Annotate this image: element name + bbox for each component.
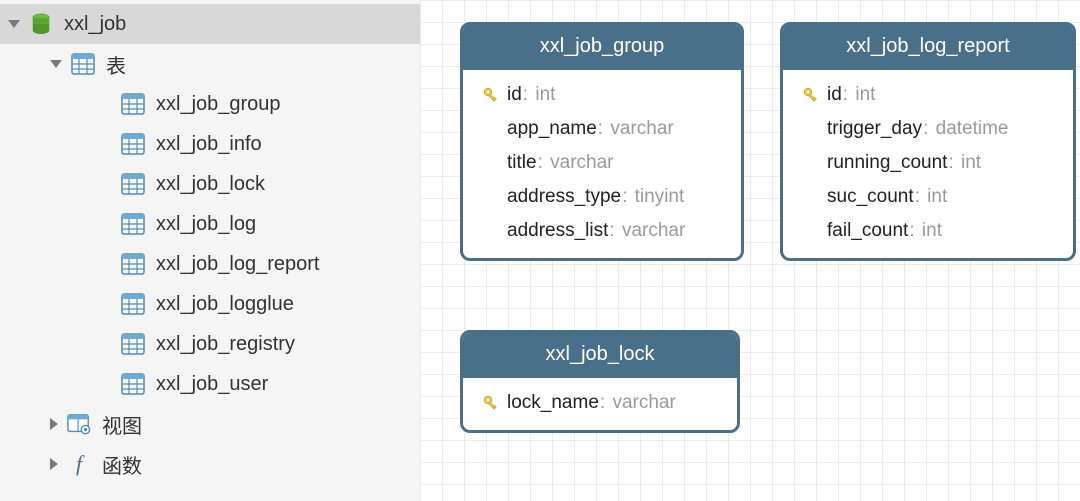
- table-icon: [120, 211, 146, 237]
- column-name: address_list: [507, 220, 608, 242]
- column-row[interactable]: address_type: tinyint: [477, 180, 727, 214]
- tree-node-tables-folder[interactable]: 表: [0, 44, 420, 84]
- tree-node-table[interactable]: xxl_job_user: [0, 364, 420, 404]
- entity-columns: lock_name: varchar: [463, 378, 737, 430]
- tree-node-table[interactable]: xxl_job_registry: [0, 324, 420, 364]
- column-name: id: [827, 84, 842, 106]
- column-name: suc_count: [827, 186, 914, 208]
- column-name: running_count: [827, 152, 947, 174]
- tree-node-label: 表: [106, 50, 126, 79]
- column-type: int: [530, 84, 555, 106]
- column-type: varchar: [605, 118, 674, 140]
- primary-key-icon: [797, 86, 825, 104]
- database-icon: [28, 11, 54, 37]
- tree-node-label: xxl_job_info: [156, 133, 262, 156]
- tree-node-label: 函数: [102, 450, 142, 479]
- tree-node-views-folder[interactable]: 视图: [0, 404, 420, 444]
- table-icon: [120, 251, 146, 277]
- expand-toggle-icon[interactable]: [50, 458, 58, 470]
- tree-node-database[interactable]: xxl_job: [0, 4, 420, 44]
- column-row[interactable]: app_name: varchar: [477, 112, 727, 146]
- tables-list: xxl_job_group xxl_job_info xxl_job_lock …: [0, 84, 420, 404]
- tree-node-table[interactable]: xxl_job_info: [0, 124, 420, 164]
- expand-toggle-icon[interactable]: [50, 418, 58, 430]
- column-name: fail_count: [827, 220, 908, 242]
- column-row[interactable]: address_list: varchar: [477, 214, 727, 248]
- column-name: title: [507, 152, 537, 174]
- column-row[interactable]: running_count: int: [797, 146, 1059, 180]
- entity-title: xxl_job_lock: [463, 333, 737, 378]
- column-row[interactable]: lock_name: varchar: [477, 386, 723, 420]
- tree-node-label: xxl_job_log: [156, 213, 256, 236]
- expand-toggle-icon[interactable]: [8, 20, 20, 28]
- column-name: app_name: [507, 118, 597, 140]
- tree-node-label: xxl_job_log_report: [156, 253, 319, 276]
- erd-canvas[interactable]: xxl_job_group id: int app_name: varchar …: [420, 0, 1080, 501]
- expand-toggle-icon[interactable]: [50, 60, 62, 68]
- tree-node-table[interactable]: xxl_job_lock: [0, 164, 420, 204]
- column-row[interactable]: id: int: [477, 78, 727, 112]
- column-row[interactable]: fail_count: int: [797, 214, 1059, 248]
- primary-key-icon: [477, 86, 505, 104]
- column-type: varchar: [617, 220, 686, 242]
- table-icon: [120, 371, 146, 397]
- column-row[interactable]: suc_count: int: [797, 180, 1059, 214]
- table-icon: [120, 131, 146, 157]
- tree-node-table[interactable]: xxl_job_group: [0, 84, 420, 124]
- column-type: int: [850, 84, 875, 106]
- tree-node-label: xxl_job_user: [156, 373, 268, 396]
- function-icon: f: [66, 451, 92, 477]
- tree-node-label: 视图: [102, 410, 142, 439]
- entity-title: xxl_job_group: [463, 25, 741, 70]
- entity-columns: id: int trigger_day: datetime running_co…: [783, 70, 1073, 258]
- column-type: varchar: [607, 392, 676, 414]
- tree-node-table[interactable]: xxl_job_logglue: [0, 284, 420, 324]
- tree-node-functions-folder[interactable]: f 函数: [0, 444, 420, 484]
- entity-title: xxl_job_log_report: [783, 25, 1073, 70]
- column-type: datetime: [930, 118, 1008, 140]
- column-name: lock_name: [507, 392, 599, 414]
- entity-xxl-job-group[interactable]: xxl_job_group id: int app_name: varchar …: [460, 22, 744, 261]
- views-folder-icon: [66, 411, 92, 437]
- column-name: trigger_day: [827, 118, 922, 140]
- column-row[interactable]: id: int: [797, 78, 1059, 112]
- column-name: id: [507, 84, 522, 106]
- column-type: int: [922, 186, 947, 208]
- column-name: address_type: [507, 186, 621, 208]
- table-icon: [120, 291, 146, 317]
- column-type: int: [956, 152, 981, 174]
- entity-xxl-job-lock[interactable]: xxl_job_lock lock_name: varchar: [460, 330, 740, 433]
- tree-node-label: xxl_job_registry: [156, 333, 295, 356]
- schema-tree: xxl_job 表 xxl_job_group xxl_job_info: [0, 0, 420, 501]
- tree-node-label: xxl_job: [64, 13, 126, 36]
- table-icon: [120, 171, 146, 197]
- tree-node-label: xxl_job_group: [156, 93, 281, 116]
- column-type: tinyint: [629, 186, 684, 208]
- entity-xxl-job-log-report[interactable]: xxl_job_log_report id: int trigger_day: …: [780, 22, 1076, 261]
- table-icon: [120, 91, 146, 117]
- tree-node-label: xxl_job_lock: [156, 173, 265, 196]
- column-row[interactable]: trigger_day: datetime: [797, 112, 1059, 146]
- tables-folder-icon: [70, 51, 96, 77]
- entity-columns: id: int app_name: varchar title: varchar…: [463, 70, 741, 258]
- tree-node-label: xxl_job_logglue: [156, 293, 294, 316]
- table-icon: [120, 331, 146, 357]
- primary-key-icon: [477, 394, 505, 412]
- tree-node-table[interactable]: xxl_job_log: [0, 204, 420, 244]
- column-type: varchar: [545, 152, 614, 174]
- column-row[interactable]: title: varchar: [477, 146, 727, 180]
- column-type: int: [917, 220, 942, 242]
- tree-node-table[interactable]: xxl_job_log_report: [0, 244, 420, 284]
